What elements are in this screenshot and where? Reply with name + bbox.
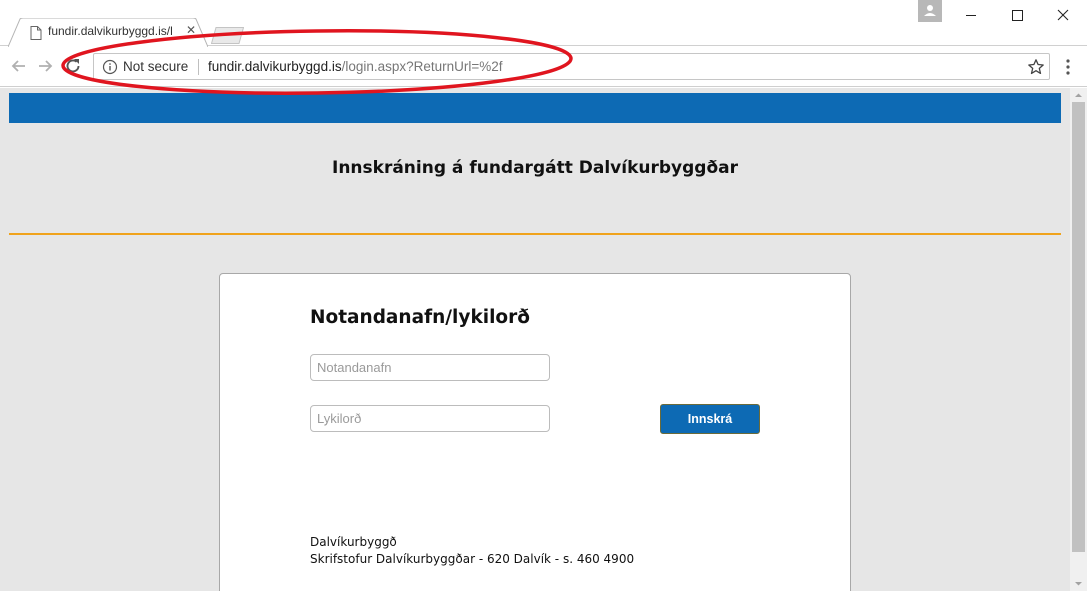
- browser-toolbar: Not secure fundir.dalvikurbyggd.is/login…: [0, 47, 1087, 87]
- browser-tab[interactable]: fundir.dalvikurbyggd.is/l ✕: [8, 18, 208, 47]
- footer-organization: Dalvíkurbyggð: [310, 535, 397, 549]
- login-heading: Notandanafn/lykilorð: [310, 307, 530, 328]
- reload-icon[interactable]: [63, 56, 83, 76]
- security-status[interactable]: Not secure: [123, 59, 188, 74]
- url-host: fundir.dalvikurbyggd.is: [208, 59, 342, 74]
- close-window-button[interactable]: [1040, 0, 1086, 30]
- footer-address: Skrifstofur Dalvíkurbyggðar - 620 Dalvík…: [310, 552, 635, 566]
- maximize-button[interactable]: [994, 0, 1040, 30]
- scroll-thumb[interactable]: [1072, 102, 1085, 552]
- minimize-icon: [966, 15, 976, 16]
- arrow-right-icon[interactable]: [35, 56, 55, 76]
- minimize-button[interactable]: [948, 0, 994, 30]
- scroll-up-icon[interactable]: [1070, 88, 1087, 103]
- login-panel: Notandanafn/lykilorð Innskrá Dalvíkurbyg…: [219, 273, 851, 591]
- url-path: /login.aspx?ReturnUrl=%2f: [341, 59, 503, 74]
- star-icon[interactable]: [1027, 58, 1045, 76]
- login-button[interactable]: Innskrá: [660, 404, 760, 434]
- vertical-scrollbar[interactable]: [1070, 88, 1087, 591]
- close-icon: [1057, 9, 1069, 21]
- three-dot-menu-icon[interactable]: [1060, 57, 1076, 77]
- arrow-left-icon[interactable]: [9, 56, 29, 76]
- url-text[interactable]: fundir.dalvikurbyggd.is/login.aspx?Retur…: [208, 59, 503, 74]
- info-icon[interactable]: [102, 59, 118, 75]
- maximize-icon: [1012, 10, 1023, 21]
- page-title: Innskráning á fundargátt Dalvíkurbyggðar: [332, 158, 738, 178]
- person-icon: [924, 5, 936, 16]
- tab-title: fundir.dalvikurbyggd.is/l: [48, 24, 173, 38]
- scroll-down-icon[interactable]: [1070, 576, 1087, 591]
- password-field[interactable]: [310, 405, 550, 432]
- page-icon: [30, 26, 42, 40]
- address-divider: [198, 59, 199, 75]
- header-band: [9, 93, 1061, 123]
- tab-strip: fundir.dalvikurbyggd.is/l ✕: [0, 0, 1087, 47]
- new-tab-button[interactable]: [211, 27, 244, 44]
- address-bar[interactable]: Not secure fundir.dalvikurbyggd.is/login…: [93, 53, 1050, 80]
- username-field[interactable]: [310, 354, 550, 381]
- page-viewport: Innskráning á fundargátt Dalvíkurbyggðar…: [0, 88, 1070, 591]
- profile-button[interactable]: [918, 0, 942, 22]
- divider: [9, 233, 1061, 235]
- tab-close-icon[interactable]: ✕: [184, 23, 198, 37]
